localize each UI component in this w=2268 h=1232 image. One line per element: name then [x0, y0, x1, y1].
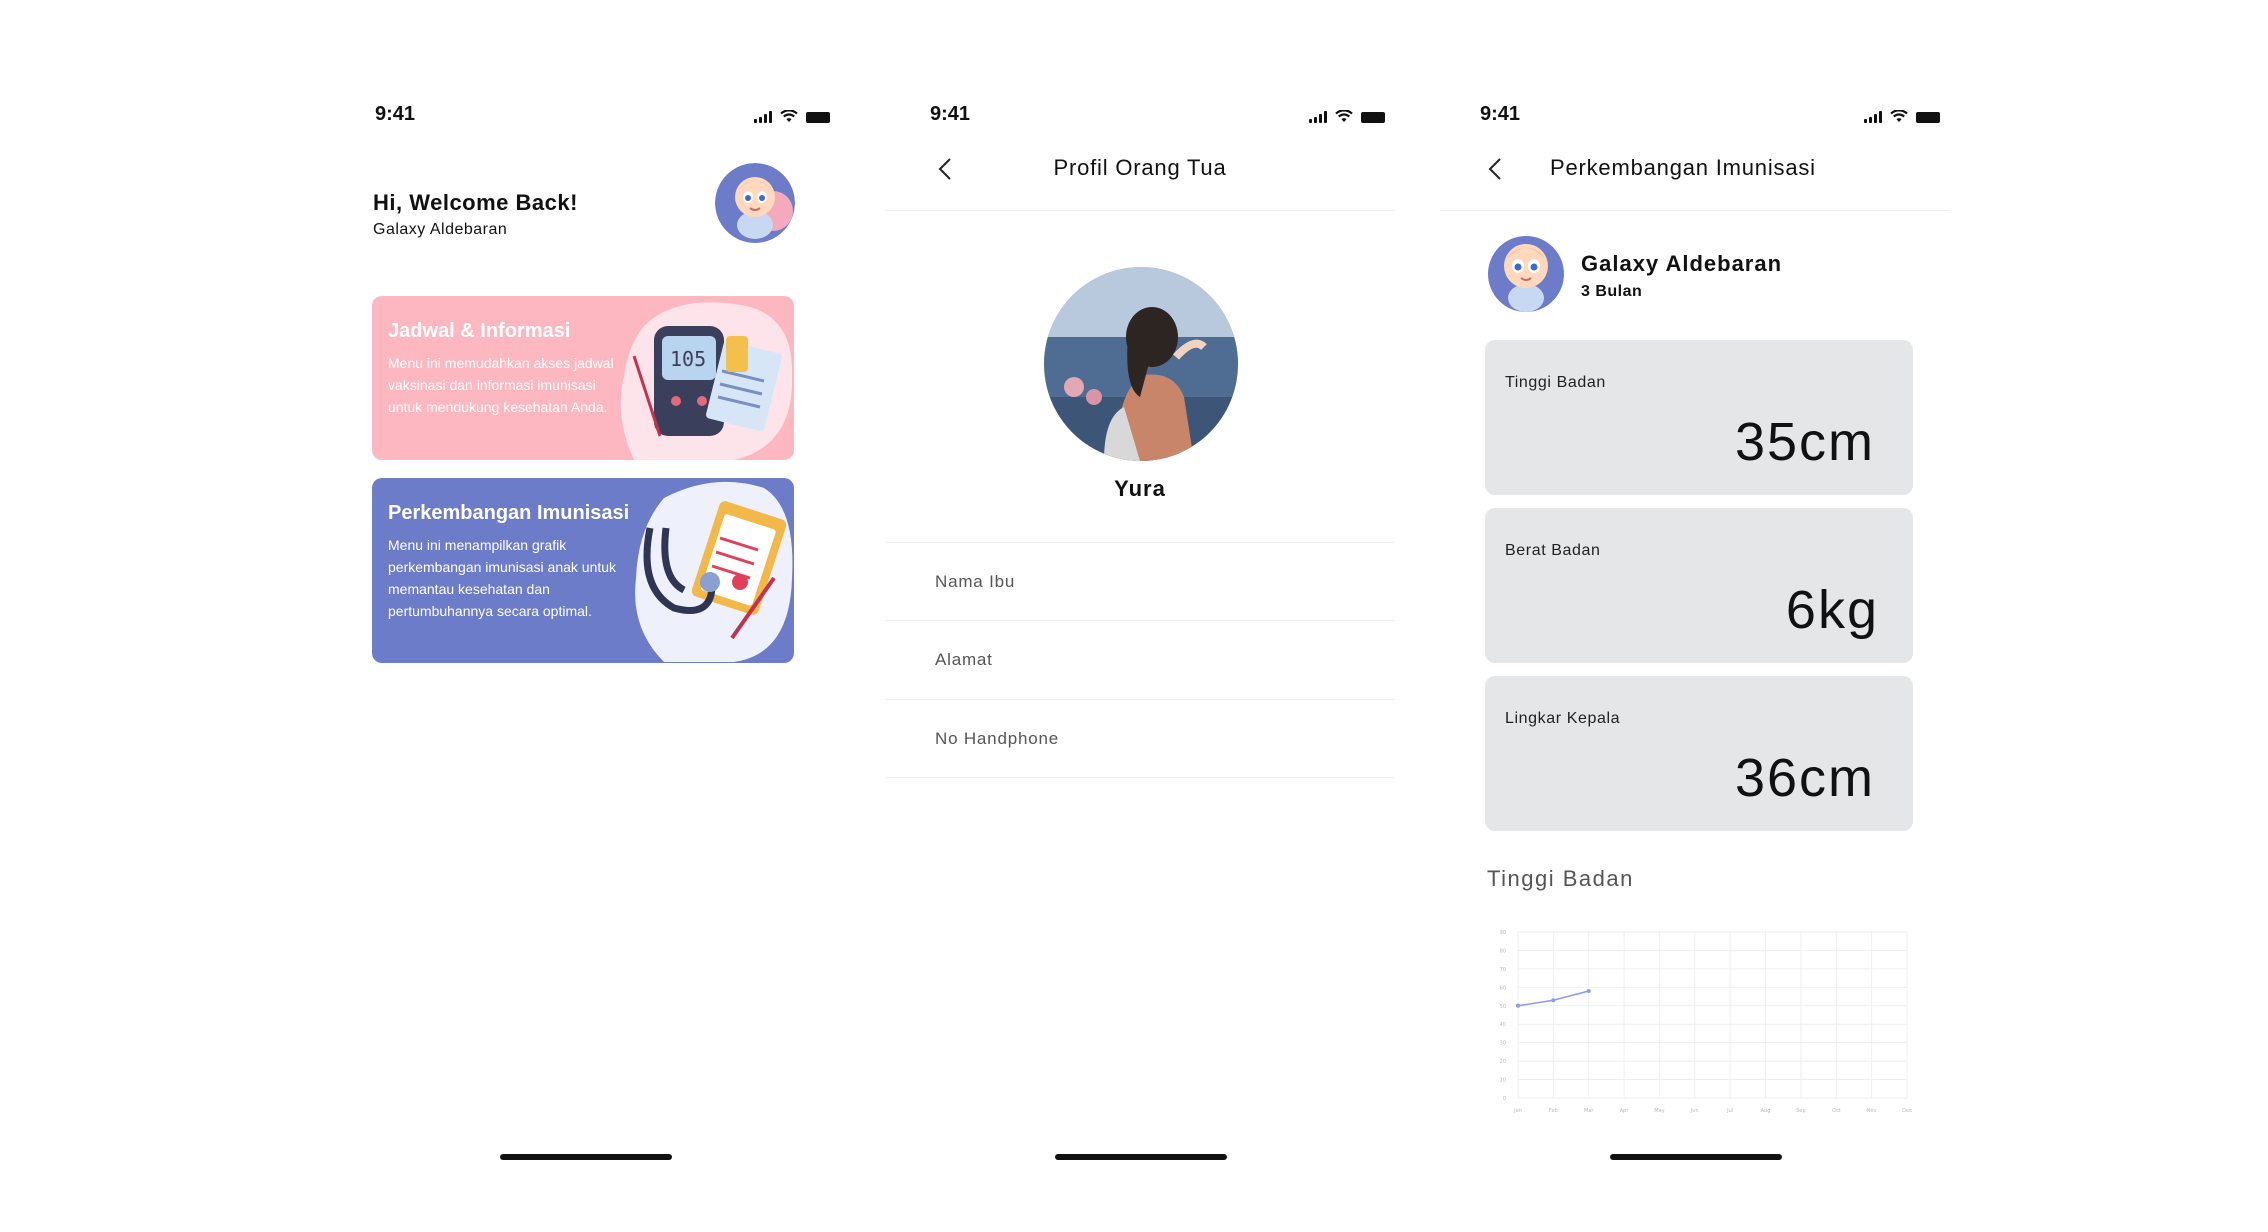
child-age: 3 Bulan: [1581, 283, 1643, 300]
profile-screen: 9:41 Profil Orang Tua Yura Nama Ibu Alam…: [885, 0, 1445, 1232]
height-line-chart: 90 80 70 60 50 40 30 20 10 0 Jan Feb Mar Apr May Jun Jul…: [1500, 930, 1912, 1114]
home-indicator[interactable]: [500, 1154, 672, 1160]
baby-avatar[interactable]: [1486, 226, 1566, 316]
baby-avatar[interactable]: [715, 163, 795, 243]
metric-value: 36cm: [1734, 748, 1875, 808]
metric-label: Lingkar Kepala: [1505, 710, 1621, 727]
y-tick-label: 40: [1500, 1022, 1506, 1028]
welcome-heading: Hi, Welcome Back!: [373, 190, 578, 215]
child-name: Galaxy Aldebaran: [1581, 251, 1783, 276]
growth-screen: 9:41 Perkembangan Imunisasi Galaxy Aldeb…: [1440, 0, 2000, 1232]
wifi-icon: [780, 110, 798, 122]
x-tick-label: Oct: [1832, 1108, 1841, 1114]
nama-ibu-field[interactable]: Nama Ibu: [935, 572, 1015, 592]
status-time: 9:41: [930, 103, 971, 125]
status-time: 9:41: [375, 103, 416, 125]
x-tick-label: Aug: [1761, 1108, 1771, 1114]
y-tick-label: 10: [1500, 1078, 1506, 1084]
signal-icon: [1309, 111, 1327, 123]
x-tick-label: Mar: [1584, 1108, 1594, 1114]
glucometer-illustration-icon: 105: [620, 302, 793, 460]
wifi-icon: [1335, 110, 1353, 122]
card-title: Perkembangan Imunisasi: [388, 502, 630, 524]
x-tick-label: Jun: [1690, 1108, 1699, 1114]
card-title: Jadwal & Informasi: [388, 320, 571, 342]
metric-value: 35cm: [1734, 412, 1875, 472]
wifi-icon: [1890, 110, 1908, 122]
data-point: [1586, 989, 1591, 994]
battery-icon: [1916, 112, 1940, 123]
jadwal-informasi-card[interactable]: Jadwal & Informasi Menu ini memudahkan a…: [372, 296, 794, 460]
signal-icon: [754, 111, 772, 123]
metric-value: 6kg: [1785, 580, 1879, 640]
y-tick-label: 70: [1500, 967, 1506, 973]
alamat-field[interactable]: Alamat: [935, 650, 993, 670]
y-tick-label: 60: [1500, 985, 1506, 991]
y-tick-label: 20: [1500, 1059, 1506, 1065]
metric-card-tinggi-badan[interactable]: Tinggi Badan 35cm: [1485, 340, 1913, 495]
x-tick-label: Sep: [1796, 1108, 1805, 1114]
perkembangan-imunisasi-card[interactable]: Perkembangan Imunisasi Menu ini menampil…: [372, 478, 794, 663]
x-tick-label: Apr: [1620, 1108, 1630, 1114]
x-tick-label: Jul: [1726, 1108, 1733, 1114]
battery-icon: [806, 112, 830, 123]
status-icons: [1864, 110, 1940, 123]
home-screen: 9:41 Hi, Welcome Back! Galaxy Aldebaran …: [330, 0, 890, 1232]
card-description: Menu ini menampilkan grafik perkembangan…: [388, 537, 617, 619]
chart-title: Tinggi Badan: [1487, 866, 1634, 891]
header-divider: [885, 210, 1395, 211]
battery-icon: [1361, 112, 1385, 123]
home-indicator[interactable]: [1610, 1154, 1782, 1160]
status-icons: [1309, 110, 1385, 123]
profile-name: Yura: [1114, 476, 1166, 501]
x-tick-label: Feb: [1549, 1108, 1558, 1114]
no-handphone-field[interactable]: No Handphone: [935, 729, 1059, 749]
status-time: 9:41: [1480, 103, 1521, 125]
metric-label: Berat Badan: [1505, 542, 1601, 559]
data-point: [1516, 1003, 1520, 1008]
y-tick-label: 50: [1500, 1004, 1506, 1010]
x-tick-label: Jan: [1513, 1108, 1522, 1114]
metric-label: Tinggi Badan: [1505, 374, 1606, 391]
home-indicator[interactable]: [1055, 1154, 1227, 1160]
page-title: Profil Orang Tua: [1053, 155, 1227, 180]
svg-text:105: 105: [670, 347, 706, 371]
x-tick-label: May: [1654, 1108, 1664, 1114]
chevron-left-icon[interactable]: [1483, 156, 1509, 182]
username-label: Galaxy Aldebaran: [373, 221, 508, 238]
y-tick-label: 80: [1500, 948, 1506, 954]
x-tick-label: Dec: [1902, 1108, 1912, 1114]
profile-photo[interactable]: [1044, 267, 1238, 461]
metric-card-berat-badan[interactable]: Berat Badan 6kg: [1485, 508, 1913, 663]
metric-card-lingkar-kepala[interactable]: Lingkar Kepala 36cm: [1485, 676, 1913, 831]
field-divider: [885, 777, 1395, 778]
signal-icon: [1864, 111, 1882, 123]
data-point: [1551, 998, 1556, 1003]
stethoscope-clipboard-illustration-icon: [635, 481, 793, 662]
card-description: Menu ini memudahkan akses jadwal vaksina…: [388, 355, 614, 415]
header-divider: [1440, 210, 1950, 211]
field-divider: [885, 620, 1395, 621]
field-divider: [885, 542, 1395, 543]
field-divider: [885, 699, 1395, 700]
x-tick-label: Nov: [1867, 1108, 1877, 1114]
y-tick-label: 0: [1503, 1096, 1506, 1102]
page-title: Perkembangan Imunisasi: [1550, 155, 1816, 180]
y-tick-label: 90: [1500, 930, 1506, 936]
status-icons: [754, 110, 830, 123]
y-tick-label: 30: [1500, 1041, 1506, 1047]
